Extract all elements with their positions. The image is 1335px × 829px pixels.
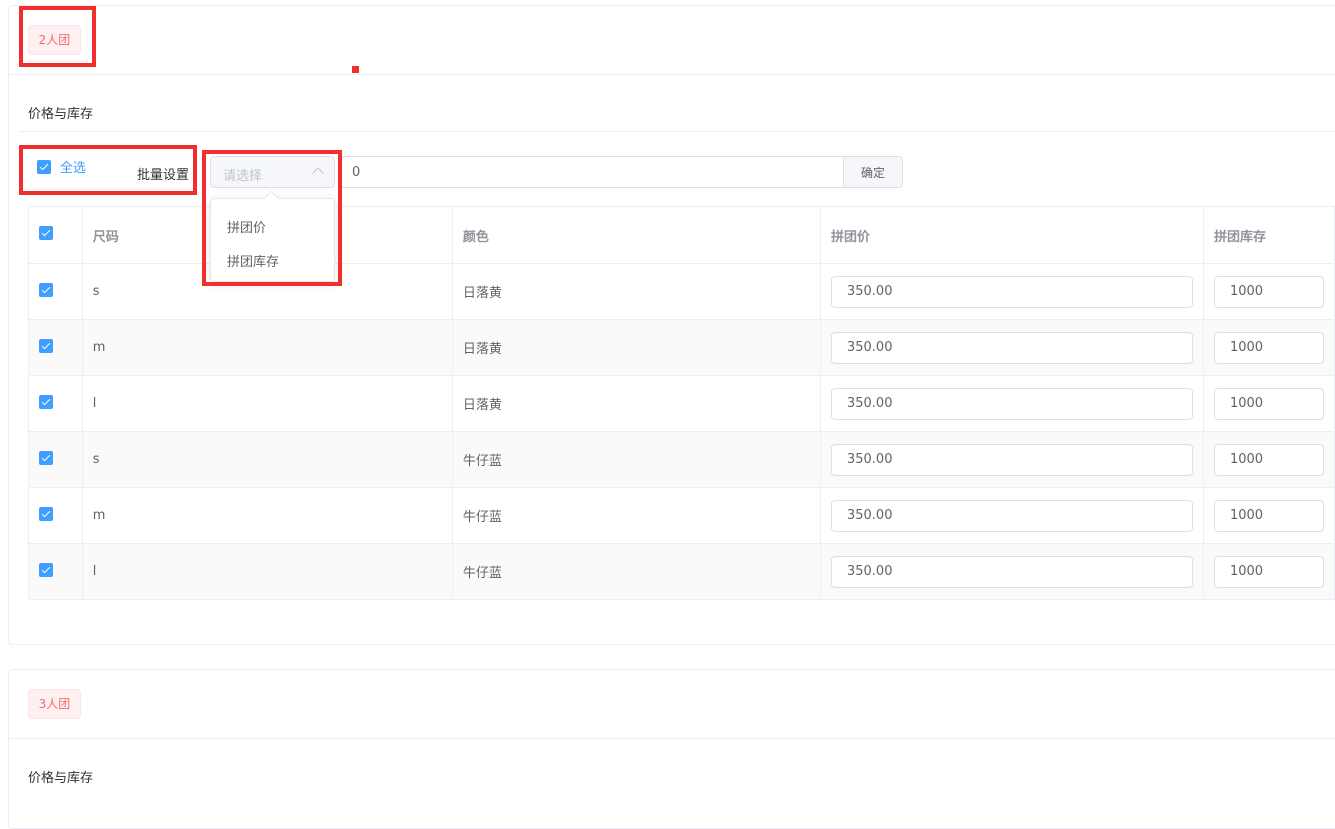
color-cell: 日落黄 [451,263,821,320]
size-cell: l [81,543,453,600]
group-tag: 2人团 [28,25,81,55]
column-header-price: 拼团价 [819,206,1204,264]
size-cell: m [81,319,453,376]
size-cell: m [81,487,453,544]
column-header-stock: 拼团库存 [1202,206,1335,264]
checkbox-checked-icon [39,338,53,353]
checkbox-checked-icon [39,394,53,409]
row-checkbox[interactable] [28,319,83,376]
checkbox-checked-icon [39,226,53,240]
price-input[interactable] [830,331,1193,364]
row-checkbox[interactable] [28,375,83,432]
checkbox-checked-icon [39,450,53,465]
price-cell [819,375,1204,432]
stock-cell [1202,263,1335,320]
table-row: s 牛仔蓝 [28,431,1335,488]
color-cell: 牛仔蓝 [451,487,821,544]
checkbox-checked-icon [39,562,53,577]
stock-cell [1202,487,1335,544]
price-input[interactable] [830,387,1193,420]
checkbox-checked-icon [39,282,53,297]
table-row: m 牛仔蓝 [28,487,1335,544]
checkbox-checked-icon [37,159,51,174]
annotation-marker [352,66,359,73]
stock-input[interactable] [1213,331,1324,364]
select-all-label: 全选 [60,161,87,176]
option-group-price[interactable]: 拼团价 [227,217,266,236]
price-input[interactable] [830,443,1193,476]
group-card-header: 3人团 [9,670,1335,739]
chevron-up-icon [312,167,324,179]
table-row: l 牛仔蓝 [28,543,1335,600]
price-input[interactable] [830,275,1193,308]
stock-cell [1202,431,1335,488]
price-input[interactable] [830,555,1193,588]
price-input[interactable] [830,499,1193,532]
price-cell [819,431,1204,488]
stock-input[interactable] [1213,443,1324,476]
checkbox-checked-icon [39,506,53,521]
color-cell: 日落黄 [451,375,821,432]
group-tag: 3人团 [28,689,81,719]
select-placeholder: 请选择 [223,169,263,184]
group-card-header: 2人团 [9,6,1335,75]
header-checkbox-cell[interactable] [28,206,83,264]
price-cell [819,543,1204,600]
row-checkbox[interactable] [28,431,83,488]
option-group-stock[interactable]: 拼团库存 [227,251,279,270]
column-header-color: 颜色 [451,206,821,264]
batch-set-label: 批量设置 [137,168,190,183]
price-cell [819,319,1204,376]
size-cell: l [81,375,453,432]
color-cell: 日落黄 [451,319,821,376]
batch-field-select[interactable]: 请选择 [210,156,335,188]
row-checkbox[interactable] [28,263,83,320]
row-checkbox[interactable] [28,543,83,600]
select-all-checkbox[interactable]: 全选 [37,157,86,176]
stock-input[interactable] [1213,499,1324,532]
color-cell: 牛仔蓝 [451,431,821,488]
section-title: 价格与库存 [28,771,94,786]
table-row: m 日落黄 [28,319,1335,376]
color-cell: 牛仔蓝 [451,543,821,600]
batch-field-dropdown: 拼团价 拼团库存 [210,190,335,282]
stock-input[interactable] [1213,555,1324,588]
stock-input[interactable] [1213,275,1324,308]
price-cell [819,487,1204,544]
table-row: l 日落黄 [28,375,1335,432]
section-title: 价格与库存 [28,107,94,122]
row-checkbox[interactable] [28,487,83,544]
size-cell: s [81,431,453,488]
confirm-button[interactable]: 确定 [843,156,903,188]
stock-cell [1202,375,1335,432]
stock-cell [1202,319,1335,376]
stock-cell [1202,543,1335,600]
stock-input[interactable] [1213,387,1324,420]
batch-value-input[interactable] [340,156,844,188]
price-cell [819,263,1204,320]
group-card-3: 3人团 [8,669,1335,829]
